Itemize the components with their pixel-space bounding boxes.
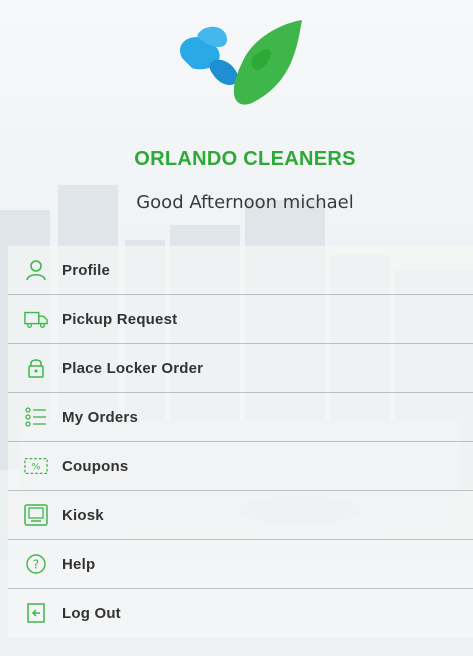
greeting-text: Good Afternoon michael [136,192,354,213]
coupon-icon: % [24,454,48,478]
menu-item-profile[interactable]: Profile [8,246,473,295]
menu-item-label: Profile [62,261,111,279]
menu-item-label: Kiosk [62,506,104,524]
menu-item-label: Pickup Request [62,310,178,328]
brand-logo [180,20,302,105]
menu-item-log-out[interactable]: Log Out [8,589,473,637]
navigation-menu: Profile Pickup Request Place Locker Orde… [8,246,473,637]
kiosk-icon [24,503,48,527]
logout-icon [24,601,48,625]
menu-item-label: Log Out [62,604,121,622]
menu-item-kiosk[interactable]: Kiosk [8,491,473,540]
menu-item-label: Coupons [62,457,129,475]
menu-item-place-locker-order[interactable]: Place Locker Order [8,344,473,393]
person-icon [24,258,48,282]
menu-item-coupons[interactable]: % Coupons [8,442,473,491]
truck-icon [24,307,48,331]
help-icon: ? [24,552,48,576]
menu-item-my-orders[interactable]: My Orders [8,393,473,442]
brand-name: ORLANDO CLEANERS [134,148,356,170]
menu-item-label: Place Locker Order [62,359,204,377]
list-icon [24,405,48,429]
menu-item-help[interactable]: ? Help [8,540,473,589]
lock-icon [24,356,48,380]
drawer-header: ORLANDO CLEANERS Good Afternoon michael [0,0,473,240]
menu-item-label: My Orders [62,408,138,426]
menu-item-pickup-request[interactable]: Pickup Request [8,295,473,344]
svg-text:%: % [32,462,41,473]
svg-text:?: ? [33,558,39,572]
menu-item-label: Help [62,555,96,573]
